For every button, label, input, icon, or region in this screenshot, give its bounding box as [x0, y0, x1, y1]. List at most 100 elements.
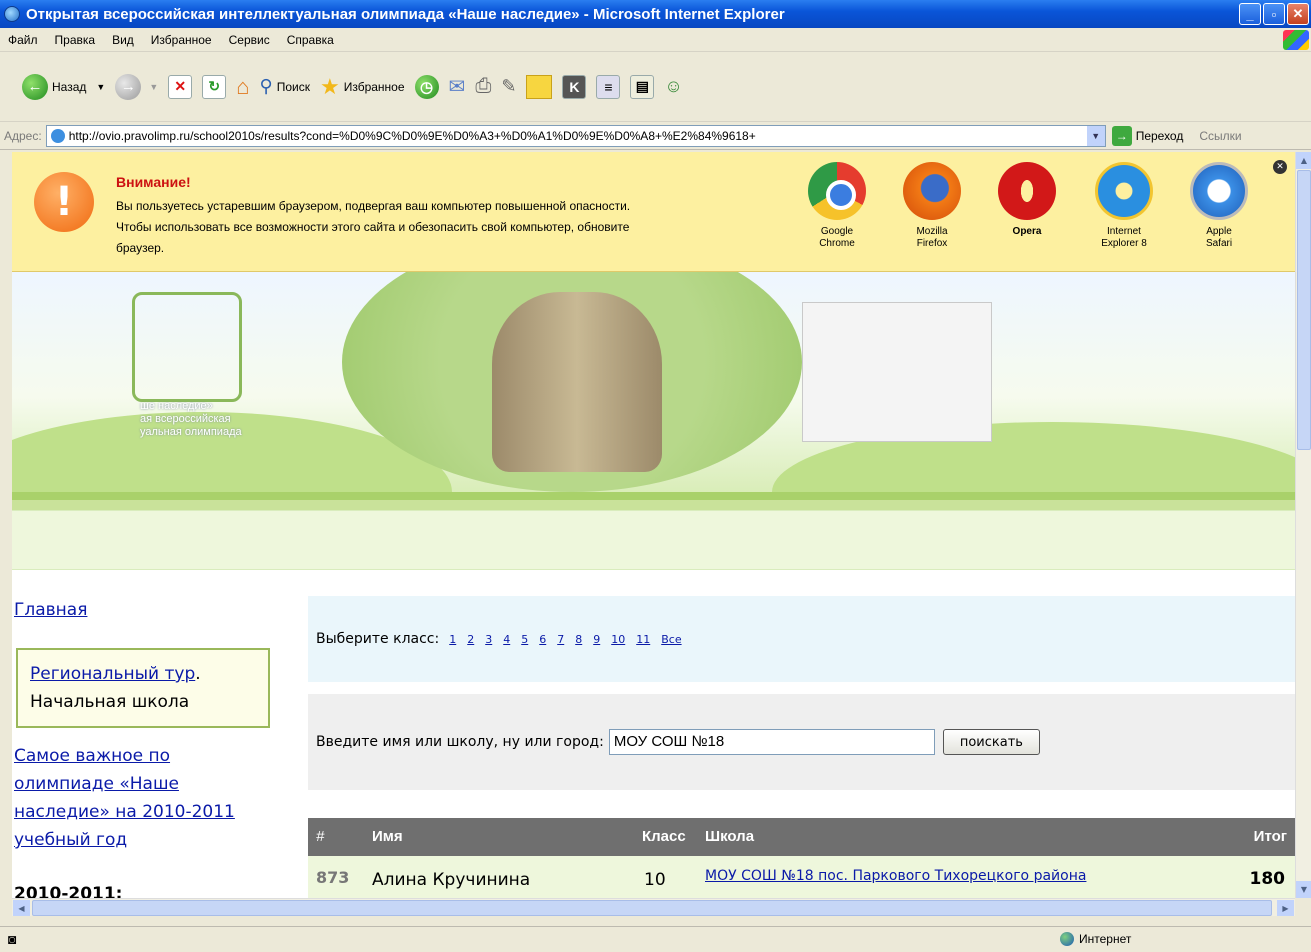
regional-tour-link[interactable]: Региональный тур — [30, 664, 195, 684]
year-heading: 2010-2011: — [14, 884, 123, 898]
class-link-3[interactable]: 3 — [485, 633, 492, 646]
search-label: Поиск — [276, 79, 310, 94]
back-label: Назад — [52, 79, 87, 94]
edit-button[interactable]: ✎ — [501, 76, 516, 97]
history-button[interactable]: ◷ — [414, 74, 439, 99]
go-label: Переход — [1135, 128, 1184, 143]
row-class: 10 — [644, 870, 666, 890]
k-app-button[interactable]: K — [562, 74, 587, 99]
search-input[interactable]: МОУ СОШ №18 — [608, 729, 935, 755]
nav-home-link[interactable]: Главная — [14, 596, 87, 624]
warning-heading: Внимание! — [116, 174, 191, 190]
windows-flag-icon — [1283, 30, 1309, 50]
safari-icon — [1190, 162, 1248, 220]
title-bar: Открытая всероссийская интеллектуальная … — [0, 0, 1311, 28]
site-banner — [12, 272, 1295, 500]
scroll-down-icon[interactable]: ▼ — [1296, 881, 1311, 898]
zone-label: Интернет — [1079, 932, 1132, 946]
scroll-thumb[interactable] — [1297, 170, 1311, 450]
scroll-left-icon[interactable]: ◀ — [13, 900, 30, 916]
opera-icon — [998, 162, 1056, 220]
scroll-up-icon[interactable]: ▲ — [1296, 152, 1311, 169]
research-button[interactable]: ▤ — [630, 74, 655, 99]
class-link-7[interactable]: 7 — [557, 633, 564, 646]
class-link-2[interactable]: 2 — [467, 633, 474, 646]
chevron-down-icon: ▼ — [149, 81, 159, 92]
class-selector: Выберите класс: 1 2 3 4 5 6 7 8 9 10 11 … — [308, 596, 1295, 682]
page-status-icon: ◙ — [8, 931, 17, 947]
chevron-down-icon[interactable]: ▼ — [1086, 125, 1105, 146]
dictionary-button[interactable]: ≡ — [596, 74, 621, 99]
class-link-5[interactable]: 5 — [521, 633, 528, 646]
row-name: Алина Кручинина — [372, 870, 531, 890]
class-link-1[interactable]: 1 — [449, 633, 456, 646]
col-school: Школа — [705, 828, 755, 845]
print-button[interactable]: ⎙ — [475, 75, 491, 98]
search-button[interactable]: ⚲ Поиск — [260, 76, 310, 97]
browser-ie8-link[interactable]: Internet Explorer 8 — [1084, 162, 1164, 250]
search-icon: ⚲ — [259, 76, 273, 96]
church-illustration — [802, 302, 992, 442]
vertical-scrollbar[interactable]: ▲ ▼ — [1295, 152, 1311, 898]
security-zone: Интернет — [1060, 932, 1131, 946]
favorites-button[interactable]: ★ Избранное — [320, 74, 405, 100]
address-input[interactable]: http://ovio.pravolimp.ru/school2010s/res… — [45, 124, 1106, 147]
row-school-link[interactable]: МОУ СОШ №18 пос. Паркового Тихорецкого р… — [705, 868, 1086, 884]
forward-arrow-icon: → — [115, 73, 142, 100]
maximize-button[interactable]: ▫ — [1263, 3, 1285, 25]
row-num: 873 — [316, 868, 350, 887]
menu-favorites[interactable]: Избранное — [143, 33, 221, 47]
row-total: 180 — [1249, 869, 1286, 889]
browser-opera-link[interactable]: Opera — [987, 162, 1067, 238]
search-submit-button[interactable]: поискать — [942, 729, 1040, 755]
back-button[interactable]: ← Назад ▼ — [22, 73, 105, 100]
col-total: Итог — [1253, 828, 1287, 845]
class-link-11[interactable]: 11 — [636, 633, 650, 646]
close-button[interactable]: ✕ — [1287, 3, 1309, 25]
messenger-button[interactable]: ☺ — [664, 76, 682, 97]
browser-firefox-link[interactable]: Mozilla Firefox — [892, 162, 972, 250]
mail-button[interactable]: ✉ — [449, 74, 466, 99]
horizontal-scrollbar[interactable]: ◀ ▶ — [12, 898, 1295, 916]
star-icon: ★ — [319, 73, 340, 99]
globe-icon — [1060, 932, 1074, 946]
minimize-button[interactable]: _ — [1239, 3, 1261, 25]
regional-tour-box: Региональный тур. Начальная школа — [16, 648, 270, 728]
links-button[interactable]: Ссылки — [1199, 129, 1241, 143]
results-table-header: # Имя Класс Школа Итог — [308, 818, 1295, 856]
col-name: Имя — [372, 828, 403, 845]
menu-edit[interactable]: Правка — [47, 33, 105, 47]
menu-view[interactable]: Вид — [104, 33, 143, 47]
logo-text: ше наследие» ая всероссийская уальная ол… — [140, 400, 242, 438]
address-url: http://ovio.pravolimp.ru/school2010s/res… — [68, 128, 756, 143]
browser-window: Открытая всероссийская интеллектуальная … — [0, 0, 1311, 952]
ie8-icon — [1095, 162, 1153, 220]
ie-logo-icon — [4, 6, 20, 22]
warning-text: Вы пользуетесь устаревшим браузером, под… — [116, 199, 631, 255]
browser-safari-link[interactable]: Apple Safari — [1179, 162, 1259, 250]
class-link-10[interactable]: 10 — [611, 633, 625, 646]
page-viewport: ! Внимание! Вы пользуетесь устаревшим бр… — [12, 152, 1295, 898]
close-icon[interactable]: ✕ — [1273, 160, 1287, 174]
refresh-button[interactable]: ↻ — [202, 74, 227, 99]
menu-help[interactable]: Справка — [279, 33, 343, 47]
window-title: Открытая всероссийская интеллектуальная … — [26, 5, 785, 23]
menu-tools[interactable]: Сервис — [221, 33, 279, 47]
menu-file[interactable]: Файл — [0, 33, 47, 47]
class-link-all[interactable]: Все — [661, 633, 681, 646]
home-button[interactable]: ⌂ — [236, 74, 249, 100]
class-link-4[interactable]: 4 — [503, 633, 510, 646]
class-link-8[interactable]: 8 — [575, 633, 582, 646]
notes-button[interactable] — [526, 74, 553, 99]
browser-chrome-link[interactable]: Google Chrome — [797, 162, 877, 250]
go-button[interactable]: → Переход — [1111, 125, 1184, 146]
class-link-9[interactable]: 9 — [593, 633, 600, 646]
go-arrow-icon: → — [1111, 125, 1132, 146]
scroll-right-icon[interactable]: ▶ — [1277, 900, 1294, 916]
stop-button[interactable]: ✕ — [168, 74, 193, 99]
hscroll-thumb[interactable] — [32, 900, 1272, 916]
forward-button[interactable]: → ▼ — [115, 73, 159, 100]
back-arrow-icon: ← — [22, 73, 48, 100]
class-link-6[interactable]: 6 — [539, 633, 546, 646]
important-info-link[interactable]: Самое важное по олимпиаде «Наше наследие… — [14, 742, 274, 854]
